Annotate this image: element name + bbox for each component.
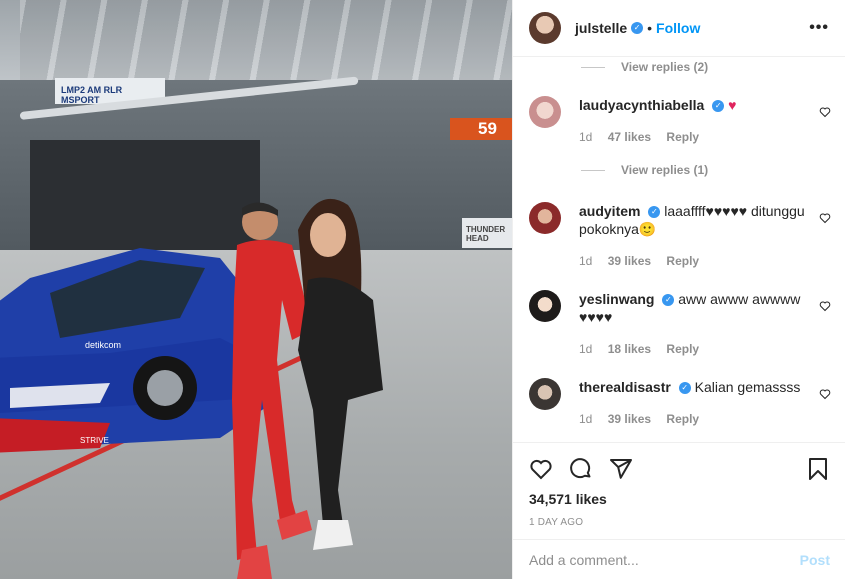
like-comment-heart-icon[interactable] (819, 212, 831, 224)
commenter-username[interactable]: audyitem (579, 203, 640, 219)
post-header: julstelle ✓ • Follow ••• (513, 0, 845, 57)
reply-button[interactable]: Reply (666, 342, 699, 356)
car-sponsor-text: detikcom (85, 340, 121, 350)
comment-likes[interactable]: 18 likes (608, 342, 651, 356)
comment-text: ♥ (728, 97, 737, 113)
comment-likes[interactable]: 47 likes (608, 130, 651, 144)
comment-composer: Post (513, 539, 845, 579)
comment-age: 1d (579, 342, 593, 356)
commenter-avatar[interactable] (529, 290, 561, 322)
separator-dot: • (647, 20, 653, 36)
post-comment-button[interactable]: Post (800, 552, 830, 568)
action-icons-row (529, 455, 830, 483)
comment-bubble-icon[interactable] (569, 457, 593, 481)
replies-line (581, 66, 605, 68)
comment-meta: 1d 39 likes Reply (579, 252, 815, 270)
car-sponsor-text-2: STRIVE (80, 436, 109, 445)
reply-button[interactable]: Reply (666, 254, 699, 268)
save-bookmark-icon[interactable] (806, 457, 830, 481)
comment-meta: 1d 18 likes Reply (579, 340, 815, 358)
comments-list[interactable]: View replies (2) laudyacynthiabella ✓ ♥ … (513, 58, 845, 442)
view-replies-toggle[interactable]: View replies (2) (581, 58, 708, 76)
commenter-avatar[interactable] (529, 202, 561, 234)
number-59-sign: 59 (450, 118, 512, 140)
comment-age: 1d (579, 412, 593, 426)
commenter-avatar[interactable] (529, 96, 561, 128)
author-avatar[interactable] (529, 12, 561, 44)
view-replies-toggle[interactable]: View replies (1) (581, 161, 708, 179)
verified-badge-icon: ✓ (678, 382, 691, 395)
reply-button[interactable]: Reply (666, 412, 699, 426)
comment-text: Kalian gemassss (694, 379, 801, 395)
like-comment-heart-icon[interactable] (819, 300, 831, 312)
replies-line (581, 169, 605, 171)
comment-age: 1d (579, 254, 593, 268)
comment-item: audyitem ✓ laaaffff♥♥♥♥♥ ditunggu pokokn… (529, 202, 839, 270)
verified-badge-icon: ✓ (662, 294, 675, 307)
add-comment-input[interactable] (529, 551, 800, 568)
share-paper-plane-icon[interactable] (609, 457, 633, 481)
thunderhead-sign: THUNDER HEAD (462, 218, 512, 248)
view-replies-label: View replies (1) (621, 163, 709, 177)
comment-item: laudyacynthiabella ✓ ♥ 1d 47 likes Reply (529, 96, 839, 146)
commenter-username[interactable]: laudyacynthiabella (579, 97, 704, 113)
follow-button[interactable]: Follow (656, 20, 700, 36)
like-comment-heart-icon[interactable] (819, 106, 831, 118)
author-username[interactable]: julstelle (575, 20, 627, 36)
post-sidebar: julstelle ✓ • Follow ••• View replies (2… (512, 0, 845, 579)
verified-badge-icon: ✓ (648, 206, 661, 219)
comment-meta: 1d 47 likes Reply (579, 128, 815, 146)
comment-item: yeslinwang ✓ aww awww awwww ♥♥♥♥ 1d 18 l… (529, 290, 839, 358)
likes-count[interactable]: 34,571 likes (529, 491, 830, 507)
verified-badge-icon: ✓ (631, 22, 644, 34)
commenter-username[interactable]: yeslinwang (579, 291, 654, 307)
comment-likes[interactable]: 39 likes (608, 412, 651, 426)
like-comment-heart-icon[interactable] (819, 388, 831, 400)
commenter-username[interactable]: therealdisastr (579, 379, 671, 395)
verified-badge-icon: ✓ (712, 100, 725, 113)
commenter-avatar[interactable] (529, 378, 561, 410)
comment-age: 1d (579, 130, 593, 144)
post-actions: 34,571 likes 1 DAY AGO (513, 442, 845, 528)
like-heart-icon[interactable] (529, 457, 553, 481)
comment-meta: 1d 39 likes Reply (579, 410, 815, 428)
post-timestamp[interactable]: 1 DAY AGO (529, 517, 830, 528)
comment-likes[interactable]: 39 likes (608, 254, 651, 268)
more-options-icon[interactable]: ••• (809, 19, 829, 37)
post-photo[interactable]: LMP2 AM RLR MSPORT 59 THUNDER HEAD detik… (0, 0, 512, 579)
view-replies-label: View replies (2) (621, 60, 709, 74)
comment-item: therealdisastr ✓ Kalian gemassss 1d 39 l… (529, 378, 839, 428)
reply-button[interactable]: Reply (666, 130, 699, 144)
person-woman (298, 198, 383, 550)
